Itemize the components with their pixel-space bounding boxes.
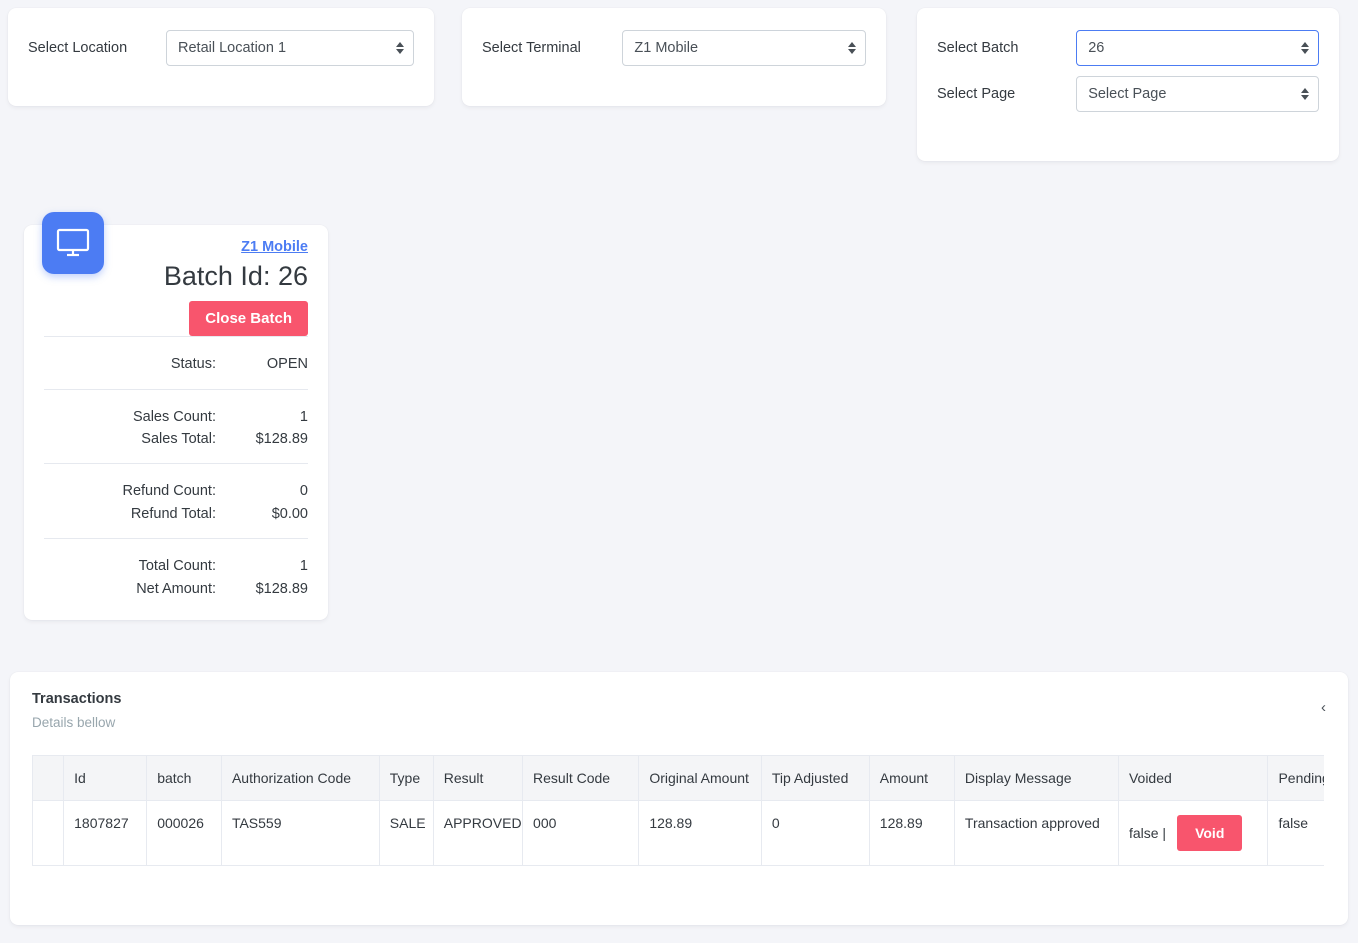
batch-selector-card: Select Batch 26 Select Page Select Page bbox=[917, 8, 1339, 161]
column-header-amount: Amount bbox=[868, 755, 955, 802]
transactions-table-scroll[interactable]: Id batch Authorization Code Type Result … bbox=[32, 755, 1324, 867]
select-location-dropdown[interactable]: Retail Location 1 bbox=[166, 30, 414, 66]
stat-row: Total Count: 1 bbox=[44, 555, 308, 577]
select-batch-dropdown[interactable]: 26 bbox=[1076, 30, 1319, 66]
select-page-label: Select Page bbox=[937, 85, 1016, 102]
chevron-updown-icon bbox=[1301, 42, 1309, 54]
chevron-updown-icon bbox=[396, 42, 404, 54]
column-header-tip-adjusted: Tip Adjusted bbox=[760, 755, 870, 802]
cell-batch: 000026 bbox=[146, 800, 222, 867]
stat-key: Refund Count: bbox=[122, 483, 216, 500]
cell-original-amount: 128.89 bbox=[638, 800, 762, 867]
stat-value: 1 bbox=[299, 408, 308, 425]
chevron-left-icon[interactable]: ‹ bbox=[1321, 700, 1326, 715]
table-body: 1807827 000026 TAS559 SALE APPROVED 000 … bbox=[32, 800, 1324, 867]
stat-group-refund: Refund Count: 0 Refund Total: $0.00 bbox=[44, 463, 308, 538]
cell-type: SALE bbox=[378, 800, 434, 867]
voided-flag-text: false | bbox=[1128, 825, 1167, 842]
cell-pending: false bbox=[1267, 800, 1324, 867]
column-header-original-amount: Original Amount bbox=[638, 755, 762, 802]
transactions-card: Transactions Details bellow ‹ Id batch A… bbox=[10, 672, 1348, 925]
transactions-title: Transactions bbox=[32, 691, 122, 707]
table-row[interactable]: 1807827 000026 TAS559 SALE APPROVED 000 … bbox=[32, 800, 1324, 867]
column-header-pending: Pending bbox=[1267, 755, 1324, 802]
stat-key: Sales Count: bbox=[132, 408, 216, 425]
stat-value: 0 bbox=[299, 483, 308, 500]
cell-result: APPROVED bbox=[432, 800, 524, 867]
select-location-label: Select Location bbox=[28, 39, 128, 56]
location-selector-card: Select Location Retail Location 1 bbox=[8, 8, 434, 106]
page-form-row: Select Page Select Page bbox=[937, 76, 1319, 112]
batch-form-row: Select Batch 26 bbox=[937, 30, 1319, 66]
column-header-result: Result bbox=[432, 755, 524, 802]
stat-row: Sales Total: $128.89 bbox=[44, 428, 308, 450]
select-batch-label: Select Batch bbox=[937, 39, 1019, 56]
transactions-table: Id batch Authorization Code Type Result … bbox=[32, 755, 1324, 867]
select-location-value: Retail Location 1 bbox=[178, 40, 287, 56]
select-terminal-label: Select Terminal bbox=[482, 39, 581, 56]
stat-row: Refund Total: $0.00 bbox=[44, 503, 308, 525]
select-page-dropdown[interactable]: Select Page bbox=[1076, 76, 1319, 112]
table-header-row: Id batch Authorization Code Type Result … bbox=[32, 755, 1324, 802]
stat-key: Sales Total: bbox=[141, 430, 216, 447]
chevron-updown-icon bbox=[1301, 88, 1309, 100]
stat-group-total: Total Count: 1 Net Amount: $128.89 bbox=[44, 538, 308, 602]
stat-row: Refund Count: 0 bbox=[44, 480, 308, 502]
stat-value: OPEN bbox=[266, 356, 308, 373]
cell-authorization-code: TAS559 bbox=[220, 800, 380, 867]
select-terminal-dropdown[interactable]: Z1 Mobile bbox=[622, 30, 866, 66]
chevron-updown-icon bbox=[848, 42, 856, 54]
app-page: Select Location Retail Location 1 Select… bbox=[0, 0, 1358, 943]
cell-display-message: Transaction approved bbox=[953, 800, 1119, 867]
batch-summary-card: Z1 Mobile Batch Id: 26 Close Batch Statu… bbox=[24, 212, 328, 621]
stat-group-sales: Sales Count: 1 Sales Total: $128.89 bbox=[44, 388, 308, 464]
stat-row: Status: OPEN bbox=[44, 353, 308, 375]
column-header-id: Id bbox=[63, 755, 148, 802]
stat-row: Net Amount: $128.89 bbox=[44, 578, 308, 600]
stat-group-status: Status: OPEN bbox=[44, 336, 308, 388]
transactions-subtitle: Details bellow bbox=[32, 714, 116, 730]
cell-tip-adjusted: 0 bbox=[760, 800, 870, 867]
monitor-icon bbox=[42, 212, 104, 274]
column-header-authorization-code: Authorization Code bbox=[220, 755, 380, 802]
stat-value: $128.89 bbox=[255, 580, 308, 597]
stat-value: $0.00 bbox=[271, 505, 308, 522]
close-batch-button[interactable]: Close Batch bbox=[189, 301, 308, 337]
stat-key: Total Count: bbox=[138, 558, 216, 575]
stat-value: $128.89 bbox=[255, 430, 308, 447]
void-transaction-button[interactable]: Void bbox=[1177, 815, 1243, 852]
column-header-type: Type bbox=[378, 755, 434, 802]
column-header-spacer bbox=[32, 755, 65, 802]
location-form-row: Select Location Retail Location 1 bbox=[28, 30, 414, 66]
column-header-voided: Voided bbox=[1117, 755, 1269, 802]
column-header-display-message: Display Message bbox=[953, 755, 1119, 802]
table-header: Id batch Authorization Code Type Result … bbox=[32, 755, 1324, 802]
column-header-batch: batch bbox=[146, 755, 222, 802]
stat-key: Refund Total: bbox=[130, 505, 216, 522]
terminal-selector-card: Select Terminal Z1 Mobile bbox=[462, 8, 886, 106]
cell-amount: 128.89 bbox=[868, 800, 955, 867]
cell-id: 1807827 bbox=[63, 800, 148, 867]
select-batch-value: 26 bbox=[1088, 40, 1105, 56]
stat-value: 1 bbox=[299, 558, 308, 575]
stat-key: Status: bbox=[170, 356, 216, 373]
terminal-form-row: Select Terminal Z1 Mobile bbox=[482, 30, 866, 66]
cell-result-code: 000 bbox=[522, 800, 640, 867]
cell-spacer bbox=[32, 800, 65, 867]
stat-row: Sales Count: 1 bbox=[44, 406, 308, 428]
column-header-result-code: Result Code bbox=[522, 755, 640, 802]
select-page-value: Select Page bbox=[1088, 86, 1167, 102]
select-terminal-value: Z1 Mobile bbox=[634, 40, 699, 56]
cell-voided: false | Void bbox=[1117, 800, 1269, 867]
stat-key: Net Amount: bbox=[136, 580, 216, 597]
